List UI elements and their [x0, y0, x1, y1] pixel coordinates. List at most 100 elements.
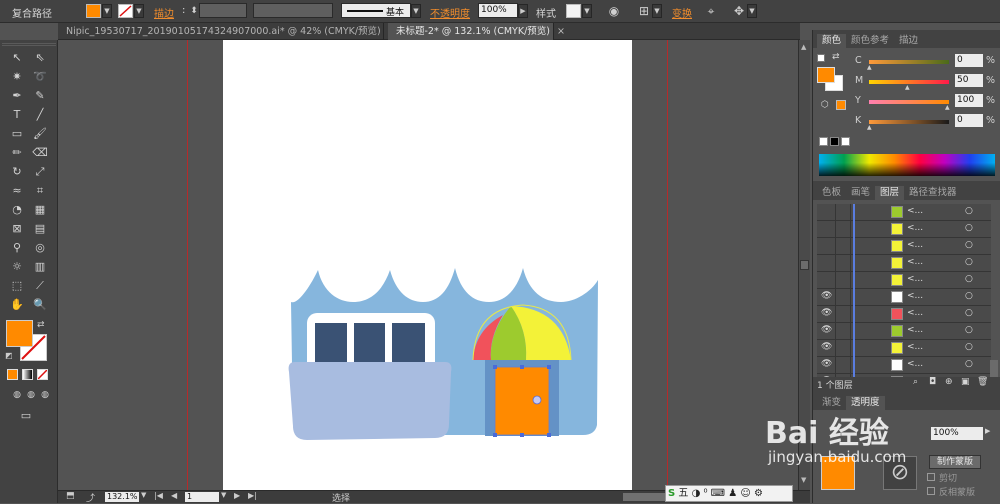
tab-untitled-2[interactable]: 未标题-2* @ 132.1% (CMYK/预览) ×: [388, 23, 565, 40]
target-circle-icon[interactable]: ○: [965, 325, 973, 335]
rotate-tool-icon[interactable]: ↻: [7, 162, 27, 181]
slider-k[interactable]: K ▲ 0 %: [855, 112, 999, 131]
tab-pathfinder[interactable]: 路径查找器: [904, 186, 962, 200]
tab-stroke[interactable]: 描边: [894, 34, 923, 48]
make-mask-button[interactable]: 制作蒙版: [929, 455, 981, 469]
next-artboard-icon[interactable]: ▶: [234, 491, 240, 500]
lock-toggle[interactable]: [835, 323, 851, 340]
artboard-tool-icon[interactable]: ⬚: [7, 276, 27, 295]
target-circle-icon[interactable]: ○: [965, 257, 973, 267]
free-transform-icon[interactable]: ⌗: [30, 181, 50, 200]
lock-toggle[interactable]: [835, 255, 851, 272]
rectangle-tool-icon[interactable]: ▭: [7, 124, 27, 143]
magic-wand-icon[interactable]: ✷: [7, 67, 27, 86]
target-circle-icon[interactable]: ○: [965, 342, 973, 352]
new-layer-icon[interactable]: ▣: [961, 377, 970, 387]
pen-tool-icon[interactable]: ✒: [7, 86, 27, 105]
target-circle-icon[interactable]: ○: [965, 223, 973, 233]
export-icon[interactable]: ⤴: [86, 491, 95, 504]
color-mode-icon[interactable]: [7, 369, 18, 380]
gradient-tool-icon[interactable]: ▤: [30, 219, 50, 238]
lock-toggle[interactable]: [835, 357, 851, 374]
lasso-icon[interactable]: ➰: [30, 67, 50, 86]
invert-mask-checkbox[interactable]: [927, 487, 935, 495]
brush-definition[interactable]: 基本: [341, 3, 411, 18]
visibility-eye-icon[interactable]: 👁: [821, 291, 832, 301]
slider-thumb-icon[interactable]: ▲: [867, 64, 872, 71]
eraser-icon[interactable]: ⌫: [30, 143, 50, 162]
chevron-down-icon[interactable]: ▼: [141, 491, 146, 499]
slider-y[interactable]: Y ▲ 100 %: [855, 92, 999, 111]
warp-tool-icon[interactable]: ≈: [7, 181, 27, 200]
chevron-right-icon[interactable]: ▶: [985, 427, 990, 435]
visibility-eye-icon[interactable]: 👁: [821, 342, 832, 352]
layer-list[interactable]: <... ○ <... ○ <... ○ <... ○ <... ○ 👁 <... ○ 👁 <... ○ 👁 <.…: [817, 204, 995, 377]
variable-width-profile[interactable]: [253, 3, 333, 18]
fill-color-box[interactable]: [6, 320, 33, 347]
slider-m[interactable]: M ▲ 50 %: [855, 72, 999, 91]
panel-grip[interactable]: [2, 43, 56, 46]
target-circle-icon[interactable]: ○: [965, 206, 973, 216]
new-sublayer-icon[interactable]: ⊕: [945, 377, 953, 387]
swap-icon[interactable]: ⇄: [832, 52, 840, 62]
tab-nipic-document[interactable]: Nipic_19530717_20190105174324907000.ai* …: [58, 23, 396, 40]
stroke-weight-field[interactable]: [199, 3, 247, 18]
slider-thumb-icon[interactable]: ▲: [867, 124, 872, 131]
isolate-icon[interactable]: ⌖: [703, 3, 719, 19]
close-icon[interactable]: ×: [557, 26, 565, 37]
y-gradient-track[interactable]: [869, 100, 949, 104]
target-circle-icon[interactable]: ○: [965, 291, 973, 301]
layer-row[interactable]: <... ○: [817, 272, 991, 289]
slider-c[interactable]: C ▲ 0 %: [855, 52, 999, 71]
direct-selection-tool-icon[interactable]: ⇖: [30, 48, 50, 67]
stroke-label[interactable]: 描边: [154, 5, 174, 20]
none-swatch[interactable]: [817, 54, 825, 62]
gamut-swatch[interactable]: [836, 100, 846, 110]
pencil-icon[interactable]: ✏: [7, 143, 27, 162]
artboard[interactable]: [223, 40, 632, 503]
slice-tool-icon[interactable]: ⟋: [30, 276, 50, 295]
gradient-mode-icon[interactable]: [22, 369, 33, 380]
lock-toggle[interactable]: [835, 238, 851, 255]
layer-row[interactable]: <... ○: [817, 204, 991, 221]
last-artboard-icon[interactable]: ▶|: [248, 491, 257, 500]
white-swatch[interactable]: [841, 137, 850, 146]
prev-artboard-icon[interactable]: ◀: [171, 491, 177, 500]
trash-icon[interactable]: 🗑: [977, 377, 988, 387]
perspective-grid-icon[interactable]: ▦: [30, 200, 50, 219]
eyedropper-icon[interactable]: ⚲: [7, 238, 27, 257]
mesh-tool-icon[interactable]: ⊠: [7, 219, 27, 238]
blend-tool-icon[interactable]: ◎: [30, 238, 50, 257]
first-artboard-icon[interactable]: |◀: [154, 491, 163, 500]
lock-toggle[interactable]: [835, 340, 851, 357]
align-icon[interactable]: ⊞: [636, 3, 652, 19]
scroll-thumb[interactable]: [800, 260, 809, 270]
default-colors-icon[interactable]: ◩: [5, 351, 13, 360]
chevron-down-icon[interactable]: ▼: [582, 4, 592, 18]
zoom-field[interactable]: 132.1%: [105, 492, 139, 502]
clip-checkbox[interactable]: [927, 473, 935, 481]
lock-toggle[interactable]: [835, 289, 851, 306]
layer-row[interactable]: 👁 <... ○: [817, 357, 991, 374]
chevron-down-icon[interactable]: ▼: [801, 476, 806, 484]
k-gradient-track[interactable]: [869, 120, 949, 124]
artboard-number-field[interactable]: 1: [185, 492, 219, 502]
layer-row[interactable]: 👁 <... ○: [817, 340, 991, 357]
scale-tool-icon[interactable]: ⤢: [30, 162, 50, 181]
zoom-tool-icon[interactable]: 🔍: [30, 295, 50, 314]
k-value-input[interactable]: 0: [955, 114, 983, 127]
target-circle-icon[interactable]: ○: [965, 274, 973, 284]
line-tool-icon[interactable]: ╱: [30, 105, 50, 124]
lock-toggle[interactable]: [835, 204, 851, 221]
draw-inside-icon[interactable]: ◍: [35, 386, 55, 405]
target-circle-icon[interactable]: ○: [965, 308, 973, 318]
tab-swatches[interactable]: 色板: [817, 186, 846, 200]
chevron-up-icon[interactable]: ▲: [801, 43, 806, 51]
tab-color-guide[interactable]: 颜色参考: [846, 34, 894, 48]
layer-row[interactable]: 👁 <... ○: [817, 306, 991, 323]
chevron-down-icon[interactable]: ▼: [102, 4, 112, 18]
chevron-down-icon[interactable]: ▼: [652, 4, 662, 18]
layer-row[interactable]: 👁 <... ○: [817, 289, 991, 306]
chevron-down-icon[interactable]: ▼: [134, 4, 144, 18]
selection-tool-icon[interactable]: ↖: [7, 48, 27, 67]
